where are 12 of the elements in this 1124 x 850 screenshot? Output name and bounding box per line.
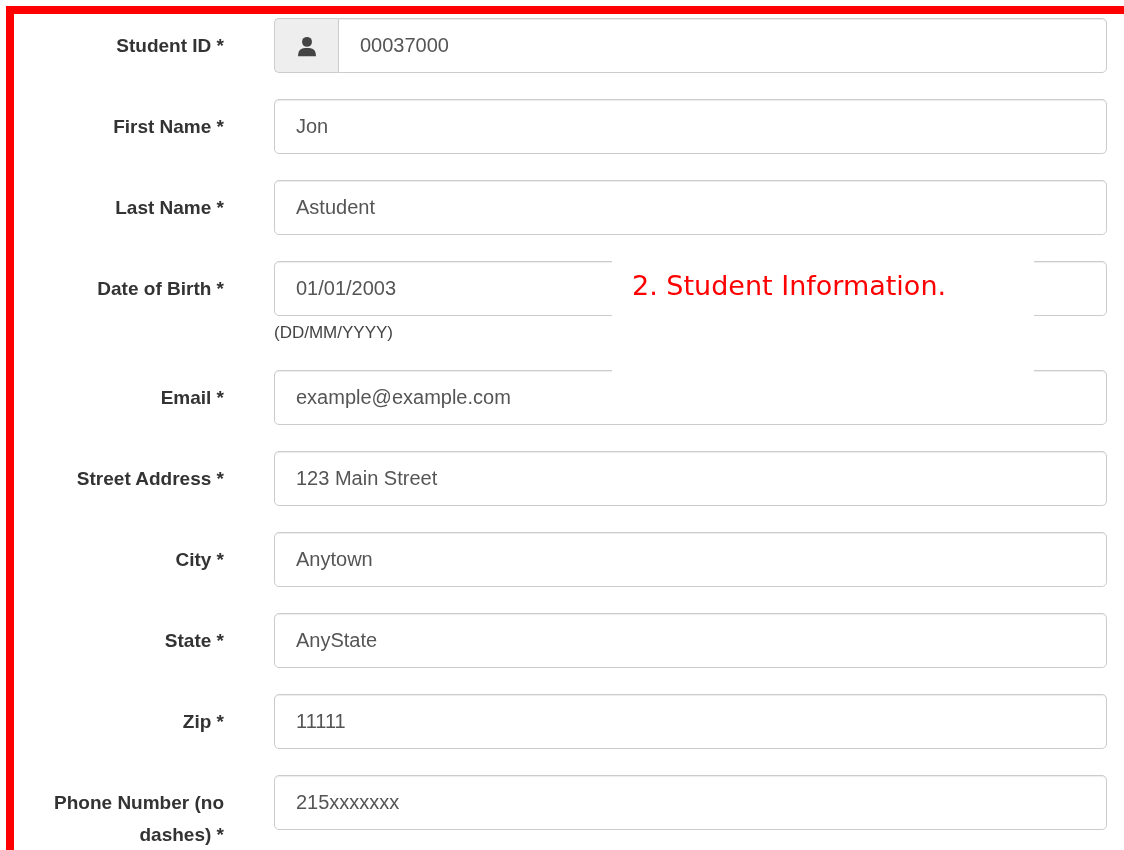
field-label: Date of Birth * [96, 277, 224, 301]
field-label: Email * [159, 386, 224, 410]
field-label: Street Address * [75, 467, 224, 491]
field-label: City * [174, 548, 224, 572]
field-label: Student ID * [115, 34, 224, 58]
field-label: First Name * [112, 115, 224, 139]
field-label: State * [163, 629, 224, 653]
help-text: (DD/MM/YYYY) [274, 322, 393, 344]
field-label: Last Name * [114, 196, 224, 220]
callout-text: 2. Student Information. [632, 270, 947, 301]
field-label: Phone Number (no dashes) * [53, 791, 224, 847]
field-label: Zip * [181, 710, 224, 734]
